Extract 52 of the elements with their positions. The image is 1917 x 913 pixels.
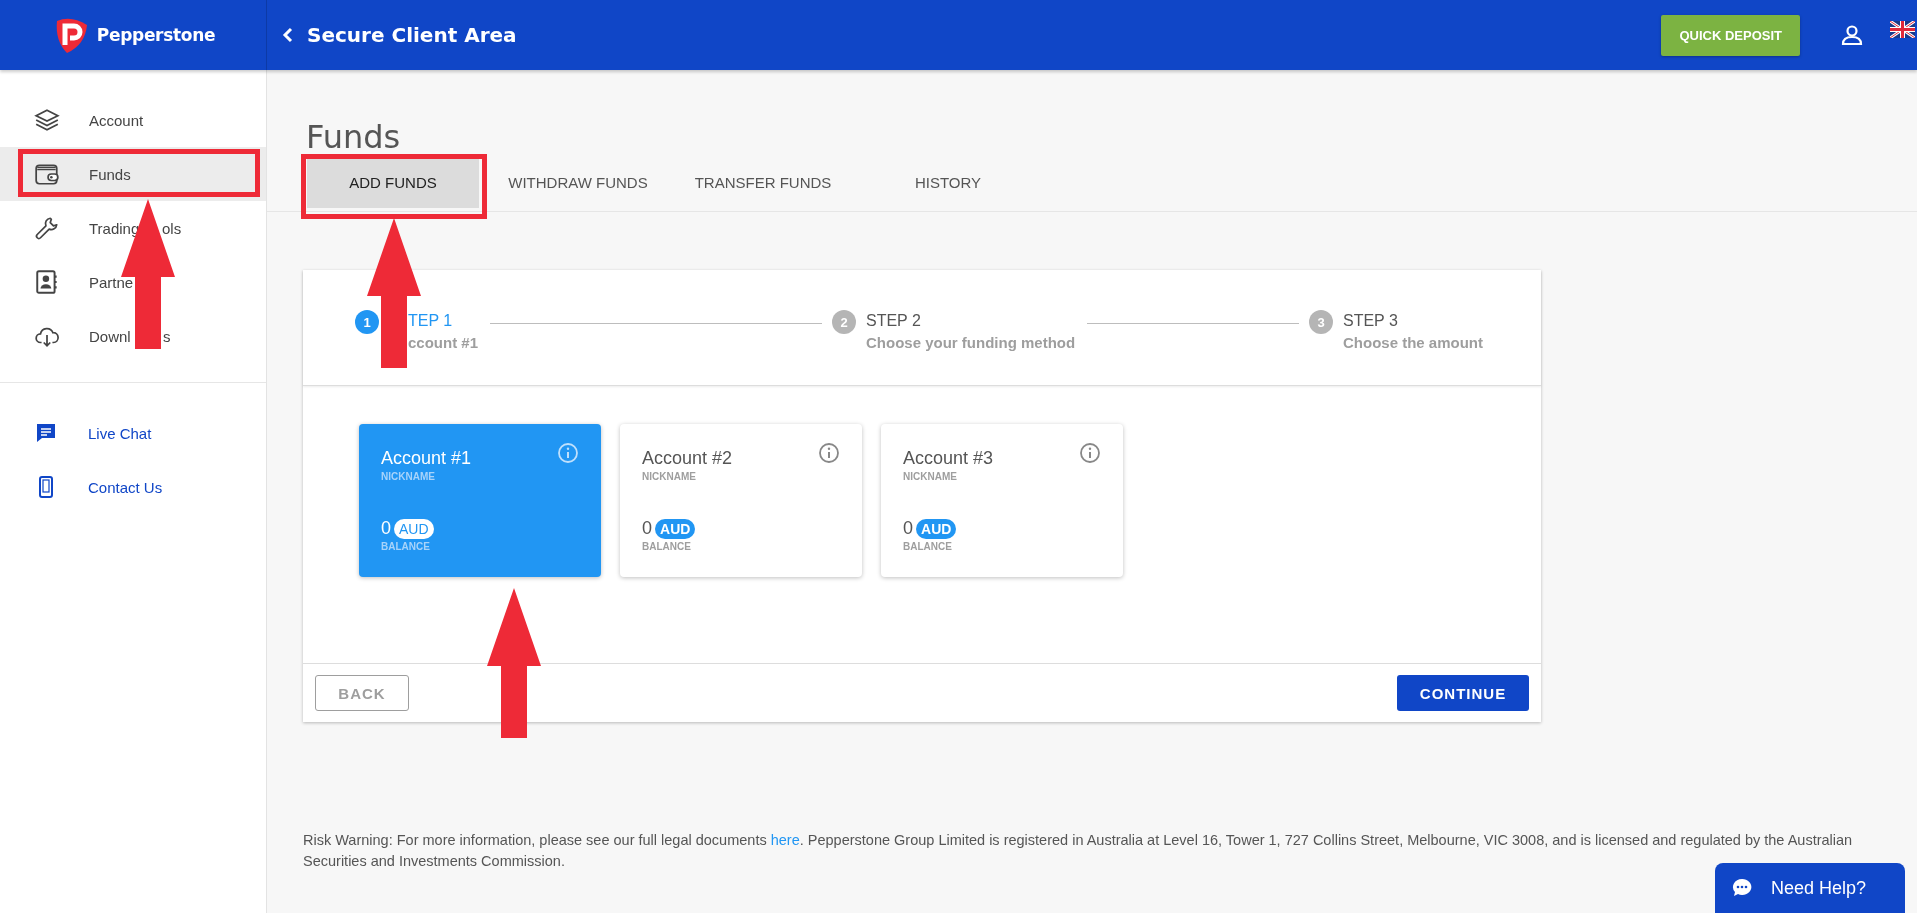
account-card[interactable]: Account #3 NICKNAME 0 AUD BALANCE [881,424,1123,577]
chat-bubble-icon [1731,877,1753,899]
brand-name: Pepperstone [96,25,216,45]
balance-label: BALANCE [642,541,691,552]
sidebar-item[interactable]: Downl s [0,309,266,363]
contact-book-icon [34,269,60,295]
back-chevron-icon[interactable] [281,27,295,43]
step-subtitle: ccount #1 [408,334,479,351]
sidebar-item[interactable]: Partne [0,255,266,309]
step-number: 3 [1309,310,1333,334]
balance-value: 0 [903,518,913,539]
page-header-title: Secure Client Area [307,23,518,47]
nickname-label: NICKNAME [903,471,957,482]
account-name: Account #1 [381,448,472,469]
balance-value: 0 [642,518,652,539]
step-title: STEP 2 [866,312,921,330]
step-subtitle: Choose the amount [1343,334,1483,351]
account-card[interactable]: Account #2 NICKNAME 0 AUD BALANCE [620,424,862,577]
flag-icon[interactable] [1890,21,1915,38]
currency-tag: AUD [394,518,434,539]
need-help-button[interactable]: Need Help? [1715,863,1905,913]
nickname-label: NICKNAME [642,471,696,482]
sidebar-link[interactable]: Live Chat [0,406,266,460]
page-title: Funds [306,118,402,156]
tab[interactable]: ADD FUNDS [307,156,479,208]
account-name: Account #2 [642,448,733,469]
balance-label: BALANCE [903,541,952,552]
step-title: STEP 3 [1343,312,1398,330]
step-number: 1 [355,310,379,334]
tab[interactable]: TRANSFER FUNDS [677,156,849,208]
step-subtitle: Choose your funding method [866,334,1076,351]
continue-button[interactable]: CONTINUE [1397,675,1529,711]
sidebar-link[interactable]: Contact Us [0,460,266,514]
nickname-label: NICKNAME [381,471,435,482]
step-title: TEP 1 [408,312,453,330]
info-icon[interactable] [1079,442,1101,464]
balance-label: BALANCE [381,541,430,552]
currency-tag: AUD [655,518,696,539]
balance-value: 0 [381,518,391,539]
wallet-icon [34,161,60,187]
step-number: 2 [832,310,856,334]
sidebar-item[interactable]: Trading ols [0,201,266,255]
info-icon[interactable] [818,442,840,464]
wrench-icon [34,215,60,241]
user-icon[interactable] [1840,23,1864,47]
account-name: Account #3 [903,448,994,469]
chat-icon [34,421,58,445]
layers-icon [34,107,60,133]
sidebar-item[interactable]: Account [0,93,266,147]
tab[interactable]: HISTORY [862,156,1034,208]
tab[interactable]: WITHDRAW FUNDS [492,156,664,208]
currency-tag: AUD [916,518,957,539]
